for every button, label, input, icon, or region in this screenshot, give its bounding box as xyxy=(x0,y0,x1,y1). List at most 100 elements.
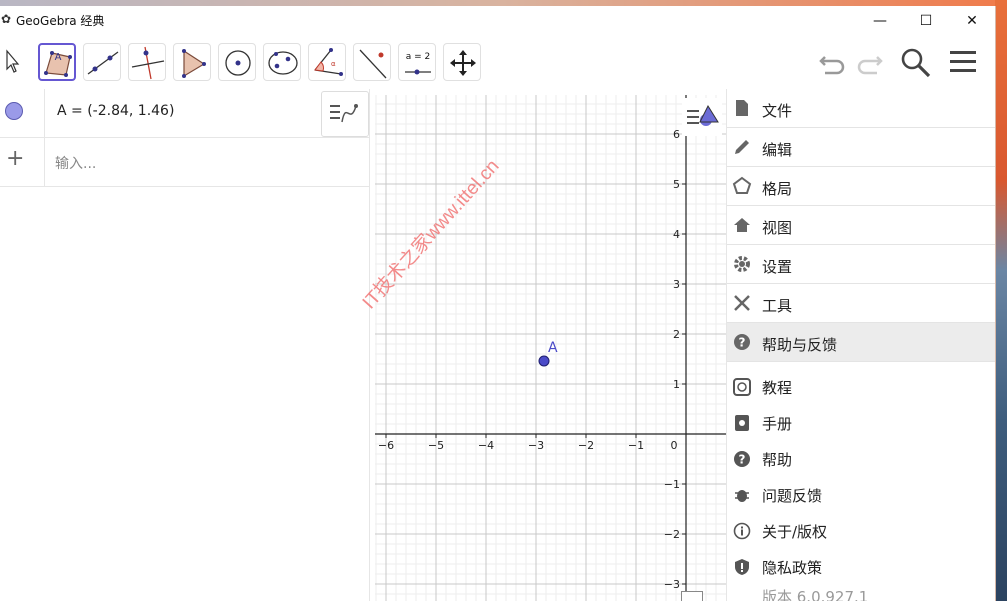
menu-item-label: 工具 xyxy=(762,297,793,315)
geogebra-window: ✿ GeoGebra 经典 — ☐ ✕ A α a = 2 A = (-2.84… xyxy=(0,6,996,601)
menu-icon[interactable] xyxy=(948,47,978,77)
tool-reflect[interactable] xyxy=(353,43,391,81)
y-tick-label: 1 xyxy=(673,378,680,391)
menu-subitem-label: 教程 xyxy=(762,379,793,397)
add-entry-marker: + xyxy=(0,138,45,186)
algebra-entry[interactable]: A = (-2.84, 1.46) xyxy=(0,89,369,138)
menu-subitem-manual[interactable]: 手册 xyxy=(727,405,995,441)
menu-item-file[interactable]: 文件 xyxy=(727,89,995,128)
tool-move-graphics[interactable] xyxy=(443,43,481,81)
point-a-label: A xyxy=(548,340,558,356)
x-tick-label: −5 xyxy=(428,439,444,452)
menu-subitem-label: 关于/版权 xyxy=(762,523,828,541)
y-tick-label: −2 xyxy=(664,528,680,541)
ellipse-tool-icon xyxy=(268,51,298,75)
algebra-entry-text: A = (-2.84, 1.46) xyxy=(57,103,175,119)
tool-triangle[interactable] xyxy=(173,43,211,81)
menu-item-view[interactable]: 视图 xyxy=(727,206,995,245)
tutorial-icon xyxy=(733,378,751,396)
style-bar-toggle-icon xyxy=(330,104,358,123)
graphics-style-bar-icon xyxy=(687,104,719,126)
menu-item-help-feedback[interactable]: ? 帮助与反馈 xyxy=(727,323,995,362)
redo-icon[interactable] xyxy=(855,47,885,77)
tools-icon xyxy=(734,295,750,311)
graphics-corner-button[interactable] xyxy=(681,591,703,601)
x-tick-label: 0 xyxy=(671,439,678,452)
menu-subitem-privacy[interactable]: 隐私政策 xyxy=(727,549,995,585)
menu-item-settings[interactable]: 设置 xyxy=(727,245,995,284)
algebra-input[interactable]: 输入... xyxy=(55,153,96,173)
tool-polygon[interactable]: A xyxy=(38,43,76,81)
point-a xyxy=(538,355,550,367)
y-tick-label: 6 xyxy=(673,128,680,141)
tool-ellipse[interactable] xyxy=(263,43,301,81)
home-icon xyxy=(734,218,750,232)
menu-subitem-label: 隐私政策 xyxy=(762,559,823,577)
info-icon xyxy=(733,522,751,540)
line-tool-icon xyxy=(87,51,119,75)
minimize-button[interactable]: — xyxy=(857,6,903,35)
window-title: GeoGebra 经典 xyxy=(16,14,105,28)
menu-item-label: 编辑 xyxy=(762,141,793,159)
tool-line[interactable] xyxy=(83,43,121,81)
menu-item-tools[interactable]: 工具 xyxy=(727,284,995,323)
help-icon: ? xyxy=(734,334,750,350)
polygon-tool-label: A xyxy=(54,52,62,63)
y-tick-label: −1 xyxy=(664,478,680,491)
angle-tool-icon: α xyxy=(314,48,343,76)
menu-subitem-help[interactable]: ? 帮助 xyxy=(727,441,995,477)
pencil-icon xyxy=(735,140,749,154)
menu-item-label: 视图 xyxy=(762,219,793,237)
reflect-tool-icon xyxy=(359,49,387,79)
point-color-dot xyxy=(5,102,23,120)
menu-item-label: 文件 xyxy=(762,102,793,120)
tool-move[interactable] xyxy=(0,43,24,81)
menu-item-perspectives[interactable]: 格局 xyxy=(727,167,995,206)
help-circle-icon: ? xyxy=(734,451,750,467)
menu-item-label: 帮助与反馈 xyxy=(762,336,838,354)
slider-tool-icon xyxy=(405,69,431,75)
tool-perpendicular[interactable] xyxy=(128,43,166,81)
x-tick-label: −3 xyxy=(528,439,544,452)
move-tool-icon xyxy=(6,49,20,73)
tool-circle[interactable] xyxy=(218,43,256,81)
x-tick-label: −4 xyxy=(478,439,494,452)
menu-subitem-about[interactable]: 关于/版权 xyxy=(727,513,995,549)
algebra-style-bar-button[interactable] xyxy=(321,91,369,137)
graphics-style-bar-button[interactable] xyxy=(682,98,722,136)
x-tick-label: −1 xyxy=(628,439,644,452)
toolbar: A α a = 2 xyxy=(0,35,995,89)
gear-icon xyxy=(734,256,750,272)
menu-item-edit[interactable]: 编辑 xyxy=(727,128,995,167)
tool-slider[interactable]: a = 2 xyxy=(398,43,436,81)
y-tick-label: 5 xyxy=(673,178,680,191)
manual-icon xyxy=(735,415,749,431)
bug-icon xyxy=(735,490,749,502)
visibility-toggle[interactable] xyxy=(0,89,45,137)
version-text: 版本 6.0.927.1 xyxy=(762,588,869,601)
plus-icon: + xyxy=(6,146,25,171)
menu-subitem-tutorial[interactable]: 教程 xyxy=(727,369,995,405)
file-icon xyxy=(736,100,748,116)
x-tick-label: −2 xyxy=(578,439,594,452)
polygon-tool-icon xyxy=(44,51,72,77)
shield-icon xyxy=(735,559,749,575)
graphics-view[interactable]: −6 −5 −4 −3 −2 −1 0 6 5 4 3 2 1 −1 −2 −3 A xyxy=(375,95,726,601)
y-tick-label: 2 xyxy=(673,328,680,341)
menu-item-label: 设置 xyxy=(762,258,793,276)
menu-subitem-report-problem[interactable]: 问题反馈 xyxy=(727,477,995,513)
search-icon[interactable] xyxy=(900,47,932,79)
tool-angle[interactable]: α xyxy=(308,43,346,81)
menu-subitem-label: 手册 xyxy=(762,415,793,433)
title-bar: ✿ GeoGebra 经典 — ☐ ✕ xyxy=(0,6,995,35)
undo-icon[interactable] xyxy=(817,47,847,77)
y-tick-label: −3 xyxy=(664,578,680,591)
svg-text:α: α xyxy=(331,60,336,68)
algebra-input-row[interactable]: + 输入... xyxy=(0,138,369,187)
y-tick-label: 3 xyxy=(673,278,680,291)
svg-text:?: ? xyxy=(739,336,746,350)
triangle-tool-icon xyxy=(182,49,206,78)
close-button[interactable]: ✕ xyxy=(949,6,995,35)
maximize-button[interactable]: ☐ xyxy=(903,6,949,35)
move-graphics-view-tool-icon xyxy=(450,50,476,76)
